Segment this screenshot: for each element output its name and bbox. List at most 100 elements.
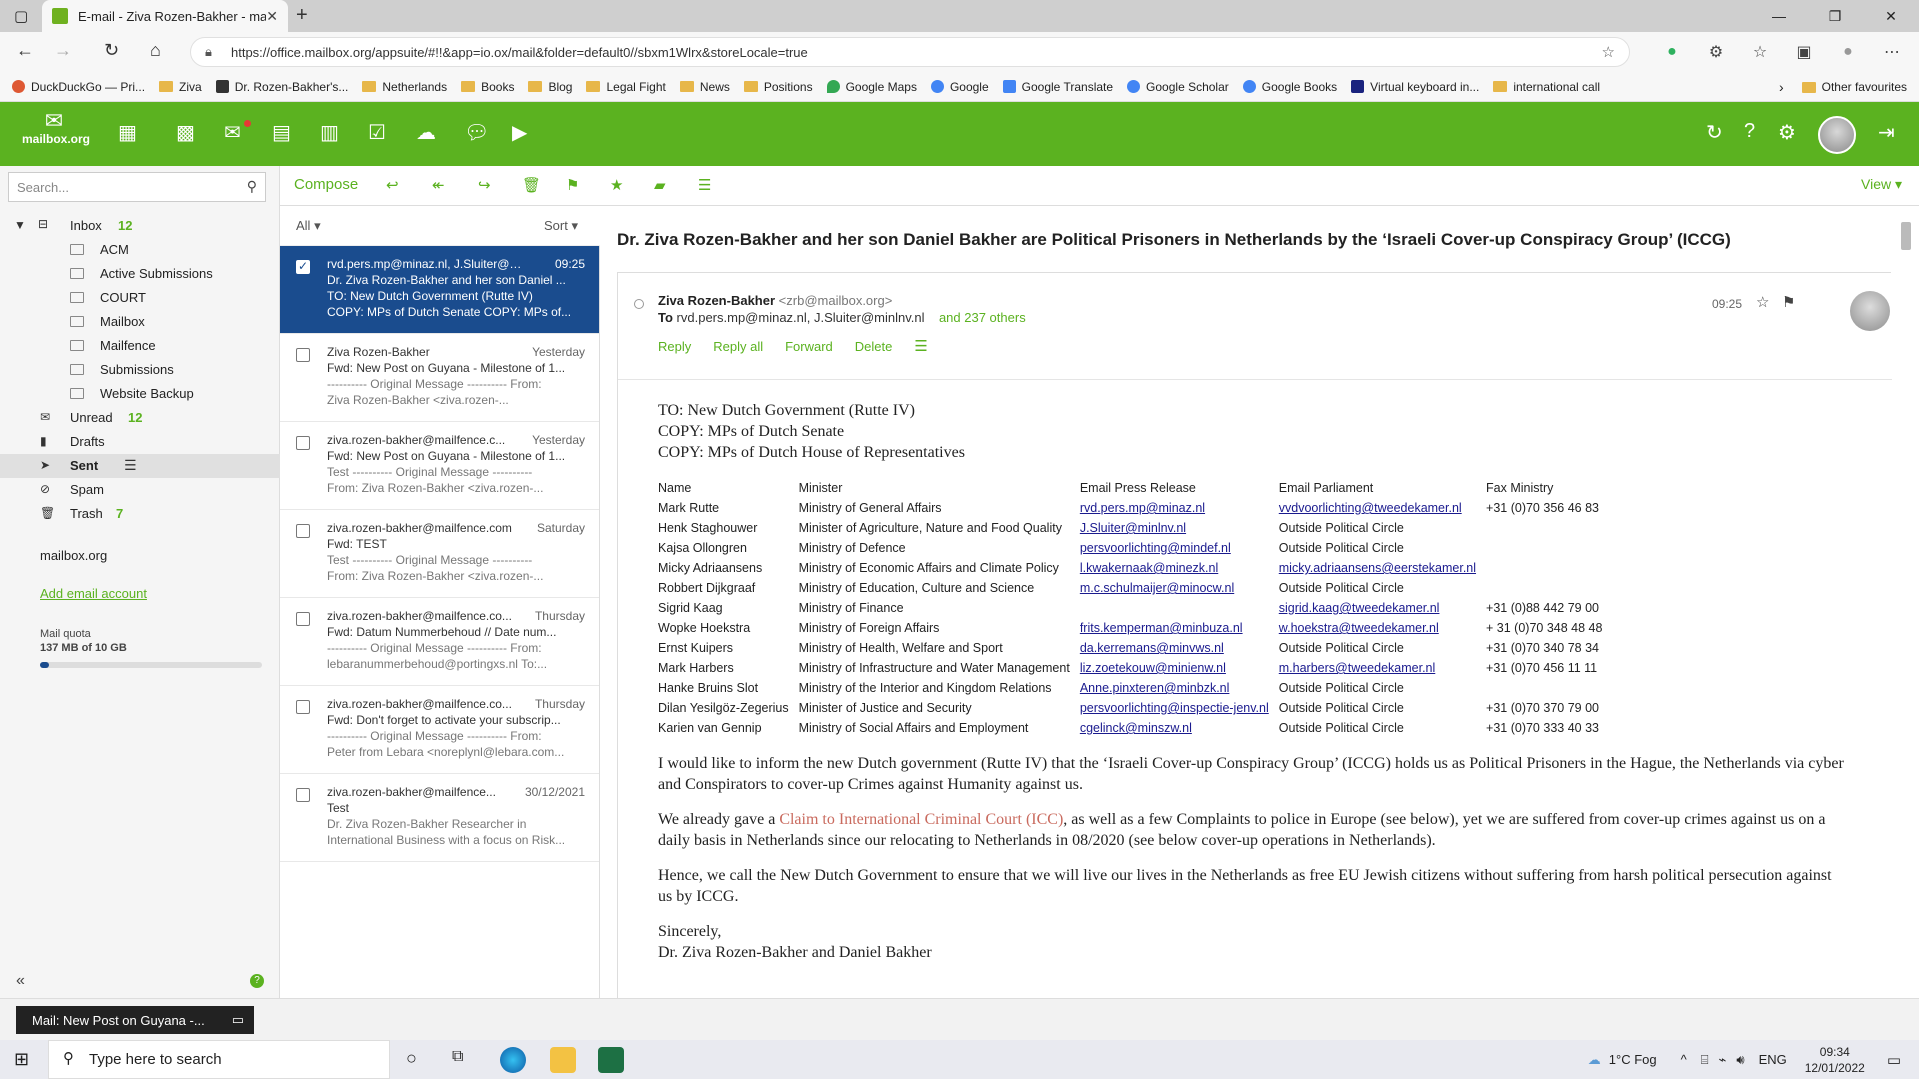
forward-icon[interactable]: → <box>54 40 72 61</box>
mail-icon[interactable]: ✉ <box>224 120 241 145</box>
collections-icon[interactable]: ▣ <box>1782 42 1826 62</box>
calendar-icon[interactable]: ▤ <box>272 120 291 145</box>
email-link[interactable]: persvoorlichting@mindef.nl <box>1080 539 1279 559</box>
folder-menu-icon[interactable]: ☰ <box>124 457 137 474</box>
bookmark-item[interactable]: Google Books <box>1242 80 1337 94</box>
drive-icon[interactable]: ☁ <box>416 120 436 145</box>
archive-icon[interactable]: ▰ <box>654 176 666 194</box>
bookmark-item[interactable]: Dr. Rozen-Bakher's... <box>215 80 348 94</box>
row-checkbox[interactable] <box>296 348 310 362</box>
app-launcher-icon[interactable]: ▦ <box>118 120 137 145</box>
folder-item[interactable]: Submissions <box>0 358 280 382</box>
help-icon[interactable]: ? <box>1744 120 1755 143</box>
email-link[interactable]: frits.kemperman@minbuza.nl <box>1080 619 1279 639</box>
flag-icon[interactable]: ⚑ <box>1782 294 1795 311</box>
email-link[interactable]: m.c.schulmaijer@minocw.nl <box>1080 579 1279 599</box>
row-checkbox[interactable] <box>296 258 310 274</box>
bookmark-item[interactable]: international call <box>1493 80 1600 94</box>
email-link[interactable]: micky.adriaansens@eerstekamer.nl <box>1279 559 1486 579</box>
restore-icon[interactable]: ❐ <box>1807 8 1863 25</box>
clock[interactable]: 09:34 12/01/2022 <box>1805 1044 1865 1076</box>
email-link[interactable]: rvd.pers.mp@minaz.nl <box>1080 499 1279 519</box>
tab-actions-icon[interactable]: ▢ <box>14 7 28 25</box>
message-row[interactable]: ziva.rozen-bakher@mailfence.co... Thursd… <box>280 686 599 774</box>
folder-spam[interactable]: ⊘ Spam <box>0 478 280 502</box>
sender[interactable]: Ziva Rozen-Bakher <zrb@mailbox.org> <box>658 293 892 308</box>
browser-tab[interactable]: E-mail - Ziva Rozen-Bakher - ma ✕ <box>42 0 288 32</box>
bookmark-item[interactable]: Virtual keyboard in... <box>1351 80 1479 94</box>
bookmark-item[interactable]: Netherlands <box>362 80 447 94</box>
icc-claim-link[interactable]: Claim to International Criminal Court (I… <box>779 811 1063 828</box>
forward-button[interactable]: Forward <box>785 339 833 354</box>
email-link[interactable]: persvoorlichting@inspectie-jenv.nl <box>1080 699 1279 719</box>
reply-all-icon[interactable]: ↞ <box>432 176 445 194</box>
bookmark-item[interactable]: Google Maps <box>826 80 917 94</box>
email-link[interactable]: Anne.pinxteren@minbzk.nl <box>1080 679 1279 699</box>
message-row[interactable]: ziva.rozen-bakher@mailfence.co... Thursd… <box>280 598 599 686</box>
folder-item[interactable]: Website Backup <box>0 382 280 406</box>
folder-item[interactable]: Mailbox <box>0 310 280 334</box>
collapse-icon[interactable]: ▼ <box>14 218 26 232</box>
minimized-mail-window[interactable]: Mail: New Post on Guyana -... ▭ <box>16 1006 254 1034</box>
bookmark-item[interactable]: Positions <box>743 80 813 94</box>
reply-icon[interactable]: ↩ <box>386 176 399 194</box>
reply-all-button[interactable]: Reply all <box>713 339 763 354</box>
compose-button[interactable]: Compose <box>294 176 358 193</box>
email-link[interactable]: l.kwakernaak@minezk.nl <box>1080 559 1279 579</box>
folder-trash[interactable]: 🗑︎ Trash 7 <box>0 502 280 526</box>
mailbox-logo[interactable]: ✉ mailbox.org <box>22 110 90 147</box>
bookmark-item[interactable]: Google Scholar <box>1127 80 1229 94</box>
more-icon[interactable]: ⋯ <box>1870 42 1914 62</box>
logout-icon[interactable]: ⇥ <box>1878 120 1895 145</box>
chat-icon[interactable]: 💬︎ <box>464 120 489 145</box>
reply-button[interactable]: Reply <box>658 339 691 354</box>
bookmark-item[interactable]: Legal Fight <box>586 80 666 94</box>
extensions-icon[interactable]: ⚙ <box>1694 42 1738 62</box>
tray-chevron-icon[interactable]: ^ <box>1681 1052 1687 1067</box>
close-window-icon[interactable]: ✕ <box>1863 8 1919 25</box>
star-icon[interactable]: ★ <box>610 176 623 194</box>
row-checkbox[interactable] <box>296 788 310 802</box>
close-tab-icon[interactable]: ✕ <box>266 8 278 25</box>
bookmark-item[interactable]: News <box>679 80 730 94</box>
filter-dropdown[interactable]: All ▾ <box>296 218 321 234</box>
folder-drafts[interactable]: ▮ Drafts <box>0 430 280 454</box>
weather-text[interactable]: 1°C Fog <box>1609 1052 1657 1067</box>
email-link[interactable]: vvdvoorlichting@tweedekamer.nl <box>1279 499 1486 519</box>
row-checkbox[interactable] <box>296 700 310 714</box>
unread-toggle-icon[interactable] <box>634 299 644 309</box>
email-link[interactable]: liz.zoetekouw@minienw.nl <box>1080 659 1279 679</box>
folder-inbox[interactable]: ▼ ⊟ Inbox 12 <box>0 214 280 238</box>
email-link[interactable]: w.hoekstra@tweedekamer.nl <box>1279 619 1486 639</box>
url-input[interactable]: 🔒︎ https://office.mailbox.org/appsuite/#… <box>190 37 1630 67</box>
excel-icon[interactable] <box>598 1047 624 1073</box>
address-book-icon[interactable]: ▥ <box>320 120 339 145</box>
chevron-right-icon[interactable]: › <box>1779 79 1784 95</box>
row-checkbox[interactable] <box>296 612 310 626</box>
email-link[interactable]: da.kerremans@minvws.nl <box>1080 639 1279 659</box>
help-icon[interactable]: ? <box>250 974 264 988</box>
bookmark-item[interactable]: Google Translate <box>1002 80 1113 94</box>
folder-item[interactable]: Active Submissions <box>0 262 280 286</box>
taskbar-search[interactable]: ⚲ Type here to search <box>48 1040 390 1079</box>
star-icon[interactable]: ☆ <box>1756 294 1769 311</box>
row-checkbox[interactable] <box>296 524 310 538</box>
to-list[interactable]: rvd.pers.mp@minaz.nl, J.Sluiter@minlnv.n… <box>677 310 925 325</box>
bookmark-item[interactable]: Books <box>461 80 514 94</box>
add-email-account-link[interactable]: Add email account <box>40 586 147 601</box>
folder-sent[interactable]: ➤ Sent ☰ <box>0 454 280 478</box>
favorite-star-icon[interactable]: ☆ <box>1602 43 1615 61</box>
email-link[interactable]: cgelinck@minszw.nl <box>1080 719 1279 739</box>
folder-item[interactable]: Mailfence <box>0 334 280 358</box>
edge-icon[interactable] <box>500 1047 526 1073</box>
grammarly-icon[interactable]: ● <box>1650 43 1694 61</box>
refresh-icon[interactable]: ↻ <box>104 40 119 61</box>
notifications-icon[interactable]: ▭ <box>1887 1051 1901 1069</box>
settings-icon[interactable]: ⚙ <box>1778 120 1796 145</box>
cortana-icon[interactable]: ○ <box>406 1048 417 1069</box>
message-row[interactable]: ziva.rozen-bakher@mailfence.c... Yesterd… <box>280 422 599 510</box>
view-dropdown[interactable]: View ▾ <box>1861 176 1902 193</box>
refresh-icon[interactable]: ↻ <box>1706 120 1723 145</box>
sort-dropdown[interactable]: Sort ▾ <box>544 218 578 234</box>
folder-unread[interactable]: ✉ Unread 12 <box>0 406 280 430</box>
